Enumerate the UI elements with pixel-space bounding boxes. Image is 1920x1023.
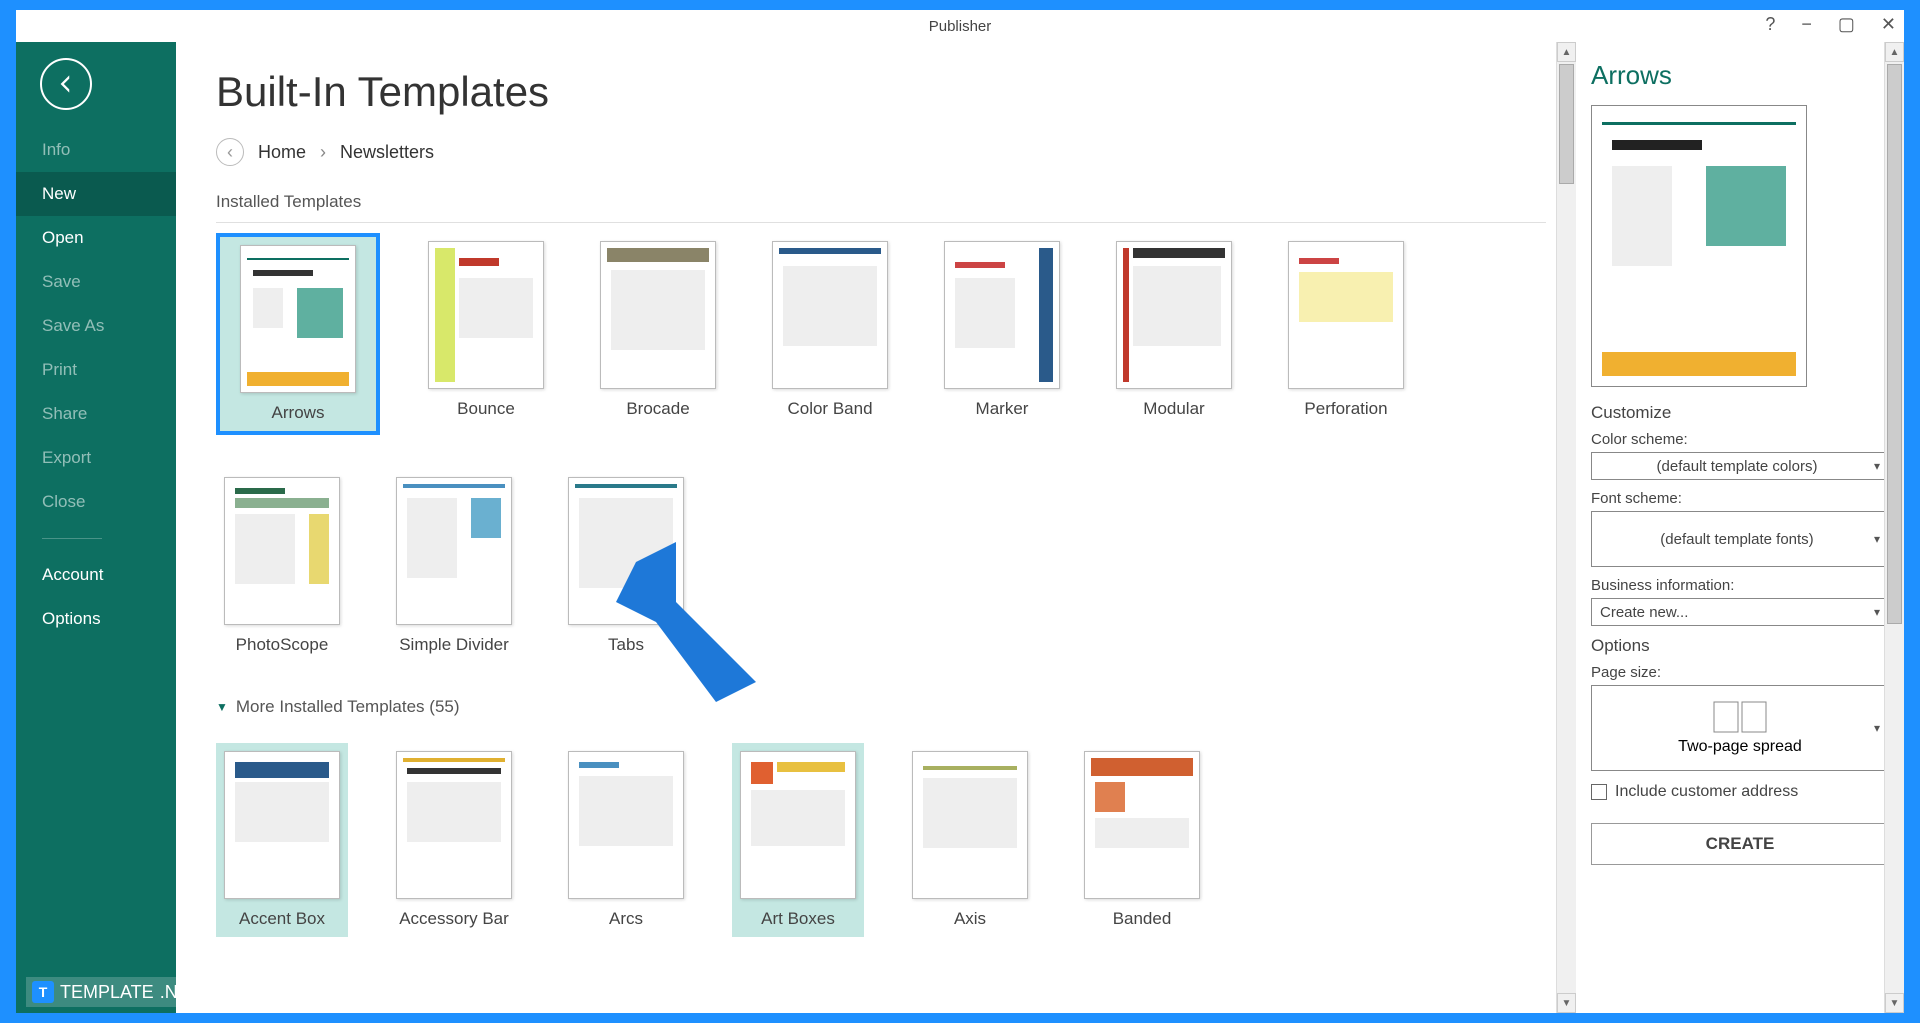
installed-templates-label: Installed Templates <box>216 192 1546 212</box>
scroll-down-icon[interactable]: ▼ <box>1557 993 1576 1013</box>
two-page-spread-icon <box>1712 700 1768 734</box>
restore-icon[interactable]: ▢ <box>1838 14 1855 35</box>
chevron-down-icon: ▾ <box>1874 532 1880 546</box>
template-axis[interactable]: Axis <box>904 743 1036 937</box>
include-address-checkbox[interactable]: Include customer address <box>1591 783 1890 801</box>
color-scheme-dropdown[interactable]: (default template colors) ▾ <box>1591 452 1889 480</box>
scroll-down-icon[interactable]: ▼ <box>1885 993 1904 1013</box>
main-area: Built-In Templates ‹ Home › Newsletters … <box>176 42 1904 1013</box>
minimize-icon[interactable]: − <box>1801 14 1812 35</box>
customize-panel: Arrows Customize Color scheme: (default … <box>1576 42 1904 1013</box>
options-heading: Options <box>1591 636 1890 656</box>
sidebar-item-info[interactable]: Info <box>16 128 176 172</box>
business-info-dropdown[interactable]: Create new... ▾ <box>1591 598 1889 626</box>
page-title: Built-In Templates <box>216 68 1546 116</box>
breadcrumb: ‹ Home › Newsletters <box>216 138 1546 166</box>
template-label: Arrows <box>272 403 325 423</box>
checkbox-icon <box>1591 784 1607 800</box>
template-accessorybar[interactable]: Accessory Bar <box>388 743 520 937</box>
sidebar-item-print[interactable]: Print <box>16 348 176 392</box>
sidebar-item-export[interactable]: Export <box>16 436 176 480</box>
sidebar-item-share[interactable]: Share <box>16 392 176 436</box>
panel-title: Arrows <box>1591 60 1890 91</box>
business-info-label: Business information: <box>1591 577 1890 594</box>
template-grid-3: Accent Box Accessory Bar Arcs Art Boxes … <box>216 733 1546 937</box>
scroll-thumb[interactable] <box>1559 64 1574 184</box>
app-title: Publisher <box>929 18 992 35</box>
template-preview <box>1591 105 1807 387</box>
template-grid-2: PhotoScope Simple Divider Tabs <box>216 469 1546 663</box>
scroll-up-icon[interactable]: ▲ <box>1557 42 1576 62</box>
chevron-down-icon: ▾ <box>1874 605 1880 619</box>
sidebar-item-close[interactable]: Close <box>16 480 176 524</box>
panel-scrollbar[interactable]: ▲ ▼ <box>1884 42 1904 1013</box>
template-banded[interactable]: Banded <box>1076 743 1208 937</box>
sidebar-item-saveas[interactable]: Save As <box>16 304 176 348</box>
breadcrumb-back-icon[interactable]: ‹ <box>216 138 244 166</box>
template-bounce[interactable]: Bounce <box>420 233 552 435</box>
scroll-thumb[interactable] <box>1887 64 1902 624</box>
template-colorband[interactable]: Color Band <box>764 233 896 435</box>
thumb-arrows <box>240 245 356 393</box>
breadcrumb-current: Newsletters <box>340 142 434 163</box>
window-controls: ? − ▢ ✕ <box>1765 14 1896 35</box>
close-icon[interactable]: ✕ <box>1881 14 1896 35</box>
chevron-down-icon: ▾ <box>1874 721 1880 735</box>
sidebar-item-account[interactable]: Account <box>16 553 176 597</box>
more-templates-header[interactable]: ▼ More Installed Templates (55) <box>216 697 1546 717</box>
template-simpledivider[interactable]: Simple Divider <box>388 469 520 663</box>
template-logo-icon: T <box>32 981 54 1003</box>
title-bar: Publisher ? − ▢ ✕ <box>16 10 1904 42</box>
watermark: T TEMPLATE.NET <box>26 977 207 1007</box>
sidebar-separator <box>42 538 102 539</box>
breadcrumb-home[interactable]: Home <box>258 142 306 163</box>
template-accentbox[interactable]: Accent Box <box>216 743 348 937</box>
scroll-up-icon[interactable]: ▲ <box>1885 42 1904 62</box>
sidebar-item-options[interactable]: Options <box>16 597 176 641</box>
sidebar-item-new[interactable]: New <box>16 172 176 216</box>
sidebar-item-open[interactable]: Open <box>16 216 176 260</box>
template-perforation[interactable]: Perforation <box>1280 233 1412 435</box>
template-photoscope[interactable]: PhotoScope <box>216 469 348 663</box>
template-modular[interactable]: Modular <box>1108 233 1240 435</box>
app-frame: Publisher ? − ▢ ✕ Sign in Info New Open … <box>16 10 1904 1013</box>
font-scheme-dropdown[interactable]: (default template fonts) ▾ <box>1591 511 1889 567</box>
customize-heading: Customize <box>1591 403 1890 423</box>
backstage-sidebar: Info New Open Save Save As Print Share E… <box>16 10 176 1013</box>
template-gallery: Built-In Templates ‹ Home › Newsletters … <box>176 42 1576 1013</box>
create-button[interactable]: CREATE <box>1591 823 1889 865</box>
template-tabs[interactable]: Tabs <box>560 469 692 663</box>
font-scheme-label: Font scheme: <box>1591 490 1890 507</box>
sidebar-item-save[interactable]: Save <box>16 260 176 304</box>
template-arrows[interactable]: Arrows <box>216 233 380 435</box>
template-grid-1: Arrows Bounce Brocade Color Band Marker <box>216 222 1546 435</box>
help-icon[interactable]: ? <box>1765 14 1775 35</box>
chevron-down-icon: ▾ <box>1874 459 1880 473</box>
template-marker[interactable]: Marker <box>936 233 1068 435</box>
breadcrumb-sep: › <box>320 142 326 163</box>
gallery-scrollbar[interactable]: ▲ ▼ <box>1556 42 1576 1013</box>
template-arcs[interactable]: Arcs <box>560 743 692 937</box>
page-size-dropdown[interactable]: Two-page spread ▾ <box>1591 685 1889 771</box>
template-brocade[interactable]: Brocade <box>592 233 724 435</box>
expand-icon: ▼ <box>216 700 228 714</box>
back-button[interactable] <box>40 58 92 110</box>
back-arrow-icon <box>53 71 79 97</box>
color-scheme-label: Color scheme: <box>1591 431 1890 448</box>
template-artboxes[interactable]: Art Boxes <box>732 743 864 937</box>
page-size-label: Page size: <box>1591 664 1890 681</box>
